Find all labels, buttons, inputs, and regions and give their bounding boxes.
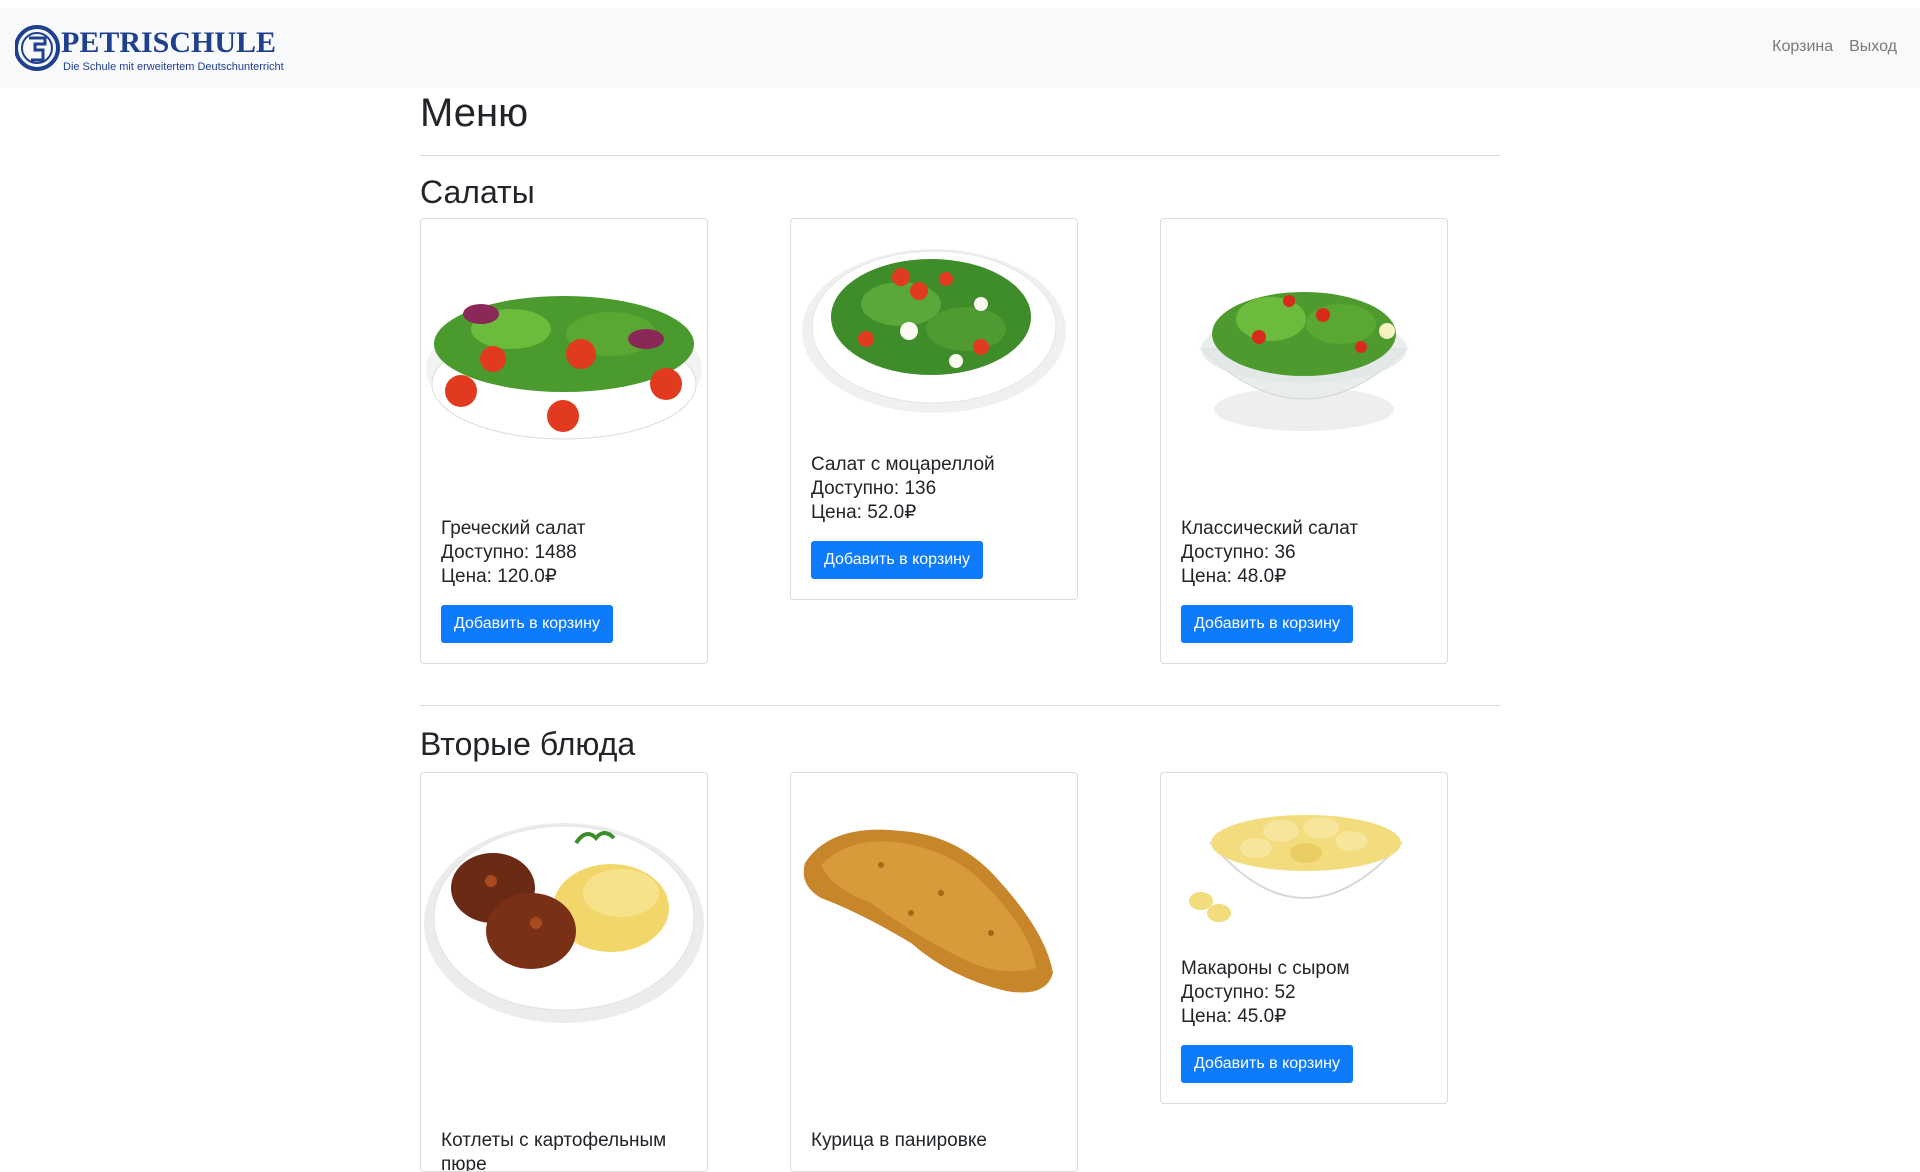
add-to-cart-button[interactable]: Добавить в корзину [441, 605, 614, 643]
main-content: Меню Салаты Греческий салат Доступно: 14… [420, 88, 1500, 1172]
item-name: Курица в панировке [811, 1130, 987, 1151]
logo-tagline: Die Schule mit erweitertem Deutschunterr… [63, 61, 284, 73]
item-price: Цена: 120.0₽ [441, 566, 557, 587]
menu-card: Котлеты с картофельным пюре [420, 772, 708, 1172]
main-courses-cards: Котлеты с картофельным пюре Курица в пан… [420, 772, 1500, 1172]
item-name: Макароны с сыром [1181, 958, 1350, 979]
add-to-cart-button[interactable]: Добавить в корзину [1181, 605, 1354, 643]
nav-cart-link[interactable]: Корзина [1772, 38, 1833, 56]
brand-logo-link[interactable]: PETRISCHULE Die Schule mit erweitertem D… [15, 20, 315, 77]
divider [420, 705, 1500, 706]
card-body: Макароны с сыром Доступно: 52 Цена: 45.0… [1161, 957, 1447, 1103]
card-body: Котлеты с картофельным пюре [421, 1129, 707, 1172]
salads-cards: Греческий салат Доступно: 1488 Цена: 120… [420, 218, 1500, 673]
menu-card: Классический салат Доступно: 36 Цена: 48… [1160, 218, 1448, 664]
item-available: Доступно: 52 [1181, 982, 1296, 1003]
item-name: Котлеты с картофельным пюре [441, 1130, 667, 1172]
card-body: Салат с моцареллой Доступно: 136 Цена: 5… [791, 453, 1077, 599]
menu-card: Макароны с сыром Доступно: 52 Цена: 45.0… [1160, 772, 1448, 1104]
mac-and-cheese-image [1189, 815, 1404, 922]
menu-card: Греческий салат Доступно: 1488 Цена: 120… [420, 218, 708, 664]
logo-text: PETRISCHULE [61, 26, 276, 59]
item-name: Салат с моцареллой [811, 454, 995, 475]
item-price: Цена: 48.0₽ [1181, 566, 1287, 587]
add-to-cart-button[interactable]: Добавить в корзину [1181, 1045, 1354, 1083]
menu-card: Курица в панировке [790, 772, 1078, 1172]
add-to-cart-button[interactable]: Добавить в корзину [811, 541, 984, 579]
item-available: Доступно: 36 [1181, 542, 1296, 563]
mozzarella-salad-image [802, 249, 1066, 413]
section-title-main-courses: Вторые блюда [420, 726, 636, 762]
card-body: Классический салат Доступно: 36 Цена: 48… [1161, 517, 1447, 663]
classic-salad-image [1199, 292, 1409, 431]
menu-card: Салат с моцареллой Доступно: 136 Цена: 5… [790, 218, 1078, 600]
item-name: Греческий салат [441, 518, 586, 539]
nav-links: Корзина Выход [1772, 38, 1897, 56]
section-title-salads: Салаты [420, 174, 535, 210]
item-available: Доступно: 1488 [441, 542, 577, 563]
salad-bowl-image [426, 296, 702, 440]
divider [420, 155, 1500, 156]
page-title: Меню [420, 91, 529, 135]
item-available: Доступно: 136 [811, 478, 937, 499]
nav-logout-link[interactable]: Выход [1849, 38, 1897, 56]
item-name: Классический салат [1181, 518, 1359, 539]
card-body: Курица в панировке [791, 1129, 1077, 1171]
cutlets-puree-image [424, 823, 704, 1023]
navbar: PETRISCHULE Die Schule mit erweitertem D… [0, 8, 1920, 88]
petrischule-logo: PETRISCHULE Die Schule mit erweitertem D… [15, 25, 284, 73]
item-price: Цена: 52.0₽ [811, 502, 917, 523]
item-price: Цена: 45.0₽ [1181, 1006, 1287, 1027]
breaded-schnitzel-image [803, 829, 1053, 993]
card-body: Греческий салат Доступно: 1488 Цена: 120… [421, 517, 707, 663]
